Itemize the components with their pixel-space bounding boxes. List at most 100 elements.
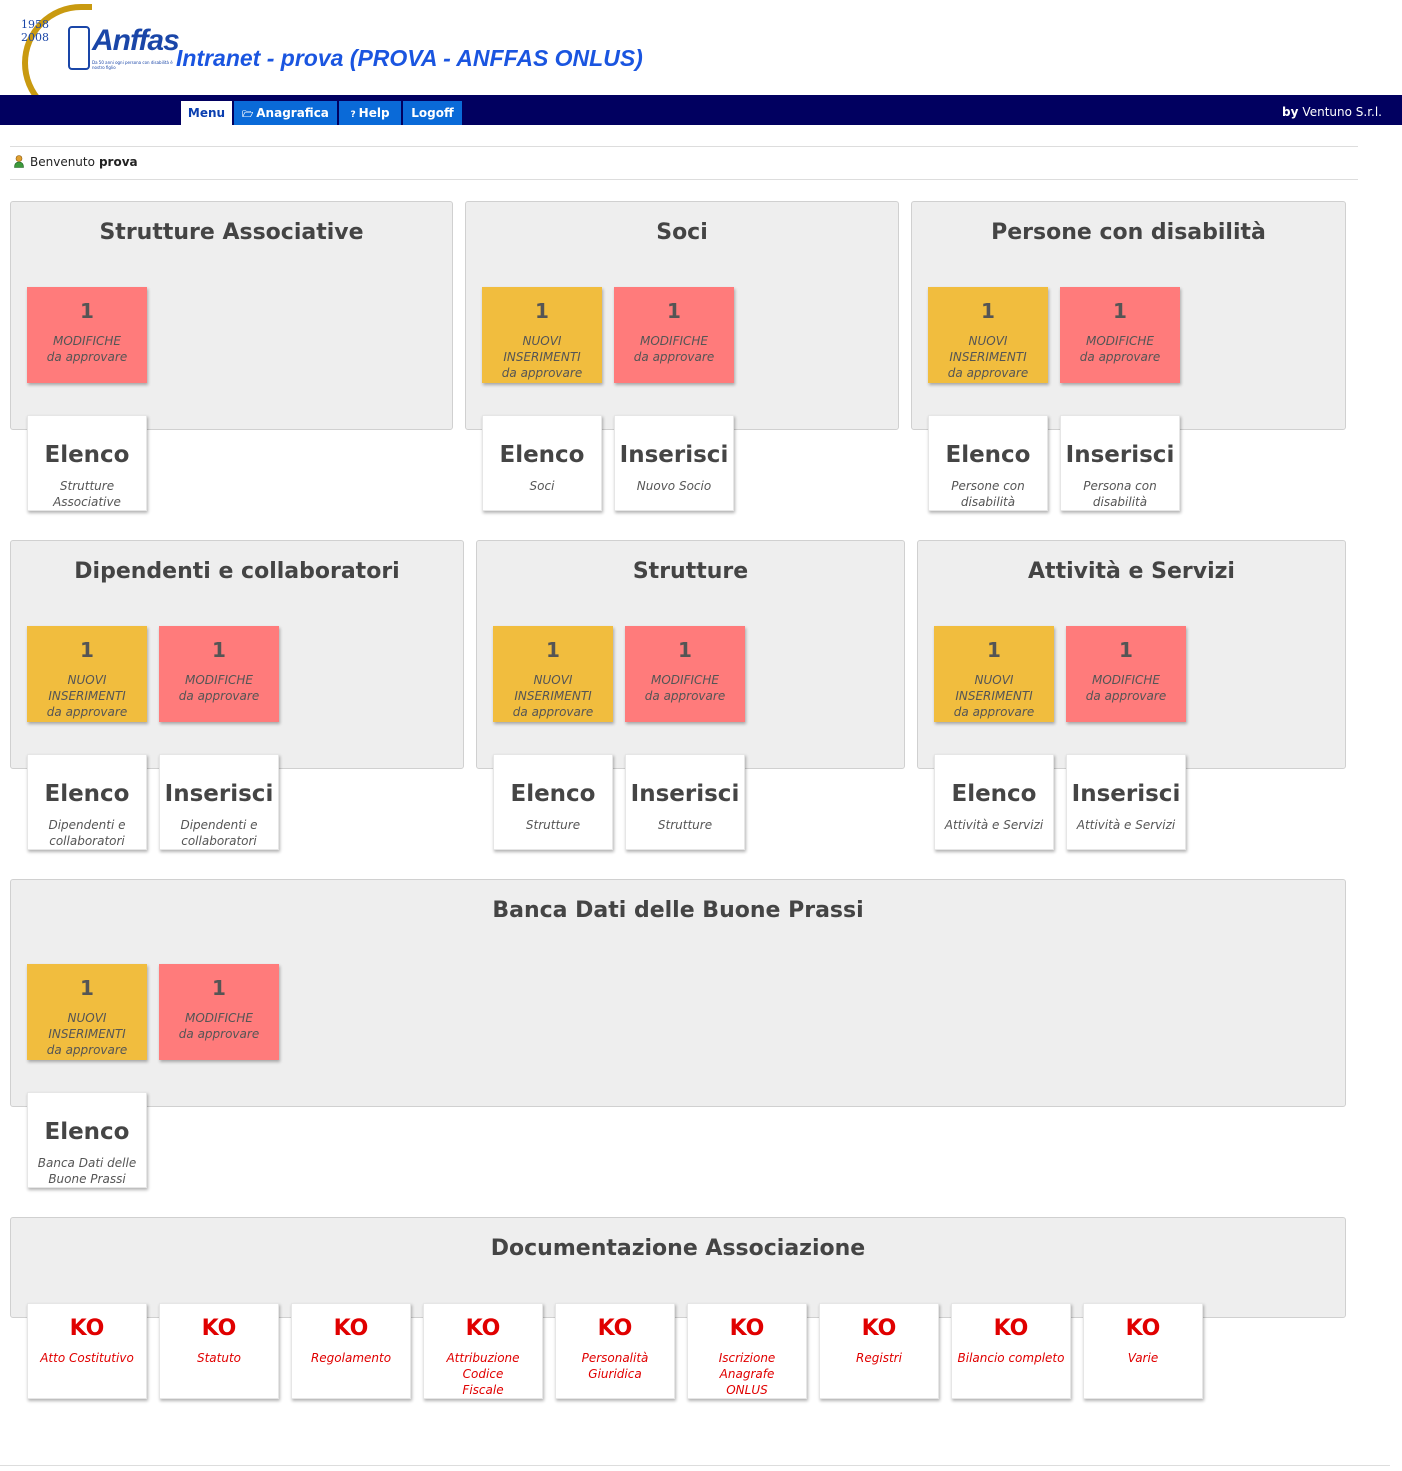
header: 1958 2008 Anffas Da 50 anni ogni persona… [0,0,1402,122]
section-title: Soci [656,220,708,245]
by-label: by [1282,105,1299,119]
doc-status: KO [69,1316,105,1341]
doc-label: Atto Costitutivo [40,1351,134,1365]
section-title: Banca Dati delle Buone Prassi [492,898,864,923]
app-title: Intranet - prova (PROVA - ANFFAS ONLUS) [176,45,643,71]
nuovi-inserimenti-tile[interactable]: 1 NUOVI INSERIMENTI da approvare [493,626,613,722]
doc-label: Personalità Giuridica [581,1351,649,1381]
tile-label: Strutture Associative [53,479,121,509]
tile-label: MODIFICHE da approvare [178,1011,260,1041]
elenco-tile[interactable]: Elenco Soci [482,415,602,511]
doc-varie-tile[interactable]: KO Varie [1083,1303,1203,1399]
tile-title: Elenco [44,1119,130,1145]
pending-count: 1 [212,976,226,1000]
tab-logoff[interactable]: Logoff [403,101,462,125]
modifiche-da-approvare-tile[interactable]: 1 MODIFICHE da approvare [1060,287,1180,383]
pending-count: 1 [667,299,681,323]
welcome-bar: Benvenuto prova [14,155,138,169]
nuovi-inserimenti-tile[interactable]: 1 NUOVI INSERIMENTI da approvare [27,626,147,722]
doc-atto-costitutivo-tile[interactable]: KO Atto Costitutivo [27,1303,147,1399]
tab-help[interactable]: ? Help [339,101,401,125]
modifiche-da-approvare-tile[interactable]: 1 MODIFICHE da approvare [614,287,734,383]
tile-label: MODIFICHE da approvare [178,673,260,703]
inserisci-tile[interactable]: Inserisci Persona con disabilità [1060,415,1180,511]
elenco-tile[interactable]: Elenco Dipendenti e collaboratori [27,754,147,850]
tile-label: MODIFICHE da approvare [1079,334,1161,364]
tile-label: Soci [529,479,555,493]
tile-title: Elenco [945,442,1031,468]
pending-count: 1 [981,299,995,323]
pending-count: 1 [80,976,94,1000]
tile-label: Persone con disabilità [951,479,1025,509]
pending-count: 1 [987,638,1001,662]
tab-menu[interactable]: Menu [181,101,232,125]
modifiche-da-approvare-tile[interactable]: 1 MODIFICHE da approvare [1066,626,1186,722]
doc-status: KO [201,1316,237,1341]
inserisci-tile[interactable]: Inserisci Attività e Servizi [1066,754,1186,850]
nuovi-inserimenti-tile[interactable]: 1 NUOVI INSERIMENTI da approvare [934,626,1054,722]
nuovi-inserimenti-tile[interactable]: 1 NUOVI INSERIMENTI da approvare [27,964,147,1060]
elenco-tile[interactable]: Elenco Attività e Servizi [934,754,1054,850]
modifiche-da-approvare-tile[interactable]: 1 MODIFICHE da approvare [159,626,279,722]
doc-status: KO [729,1316,765,1341]
doc-label: Bilancio completo [957,1351,1065,1365]
tab-logoff-label: Logoff [411,106,454,120]
doc-status: KO [333,1316,369,1341]
elenco-tile[interactable]: Elenco Strutture [493,754,613,850]
section-title: Attività e Servizi [1028,559,1235,584]
doc-status: KO [597,1316,633,1341]
tile-label: Dipendenti e collaboratori [180,818,258,848]
section-title: Strutture [632,559,749,584]
tile-label: NUOVI INSERIMENTI da approvare [46,673,128,719]
doc-status: KO [1125,1316,1161,1341]
nuovi-inserimenti-tile[interactable]: 1 NUOVI INSERIMENTI da approvare [928,287,1048,383]
footer-divider [0,1465,1390,1466]
section-title: Strutture Associative [99,220,364,245]
elenco-tile[interactable]: Elenco Banca Dati delle Buone Prassi [27,1092,147,1188]
doc-iscrizione-anagrafe-onlus-tile[interactable]: KO Iscrizione Anagrafe ONLUS [687,1303,807,1399]
tile-label: Persona con disabilità [1083,479,1157,509]
section-title: Dipendenti e collaboratori [74,559,400,584]
tile-title: Inserisci [1071,781,1181,807]
tile-label: Nuovo Socio [636,479,712,493]
tab-menu-label: Menu [187,106,226,120]
doc-statuto-tile[interactable]: KO Statuto [159,1303,279,1399]
inserisci-tile[interactable]: Inserisci Nuovo Socio [614,415,734,511]
tile-title: Elenco [951,781,1037,807]
doc-attribuzione-codice-fiscale-tile[interactable]: KO Attribuzione Codice Fiscale [423,1303,543,1399]
logo-emblem-icon [68,26,90,70]
welcome-text: Benvenuto [30,155,95,169]
main-navbar: Menu 🗁 Anagrafica ? Help Logoff by Ventuno … [0,95,1402,125]
tile-title: Inserisci [1065,442,1175,468]
tile-label: NUOVI INSERIMENTI da approvare [953,673,1035,719]
tab-anagrafica[interactable]: 🗁 Anagrafica [234,101,337,125]
doc-status: KO [993,1316,1029,1341]
doc-regolamento-tile[interactable]: KO Regolamento [291,1303,411,1399]
section-title: Documentazione Associazione [490,1236,866,1261]
elenco-tile[interactable]: Elenco Strutture Associative [27,415,147,511]
doc-registri-tile[interactable]: KO Registri [819,1303,939,1399]
divider [10,146,1358,147]
tile-label: Banca Dati delle Buone Prassi [37,1156,137,1186]
modifiche-da-approvare-tile[interactable]: 1 MODIFICHE da approvare [27,287,147,383]
tile-label: Attività e Servizi [1076,818,1176,832]
tile-label: NUOVI INSERIMENTI da approvare [46,1011,128,1057]
modifiche-da-approvare-tile[interactable]: 1 MODIFICHE da approvare [625,626,745,722]
pending-count: 1 [80,299,94,323]
tile-title: Inserisci [164,781,274,807]
nuovi-inserimenti-tile[interactable]: 1 NUOVI INSERIMENTI da approvare [482,287,602,383]
doc-bilancio-completo-tile[interactable]: KO Bilancio completo [951,1303,1071,1399]
doc-personalita-giuridica-tile[interactable]: KO Personalità Giuridica [555,1303,675,1399]
tile-label: MODIFICHE da approvare [633,334,715,364]
tile-label: Strutture [657,818,713,832]
doc-status: KO [465,1316,501,1341]
pending-count: 1 [678,638,692,662]
welcome-user: prova [98,155,138,169]
inserisci-tile[interactable]: Inserisci Dipendenti e collaboratori [159,754,279,850]
pending-count: 1 [212,638,226,662]
inserisci-tile[interactable]: Inserisci Strutture [625,754,745,850]
doc-status: KO [861,1316,897,1341]
elenco-tile[interactable]: Elenco Persone con disabilità [928,415,1048,511]
tile-label: MODIFICHE da approvare [644,673,726,703]
modifiche-da-approvare-tile[interactable]: 1 MODIFICHE da approvare [159,964,279,1060]
